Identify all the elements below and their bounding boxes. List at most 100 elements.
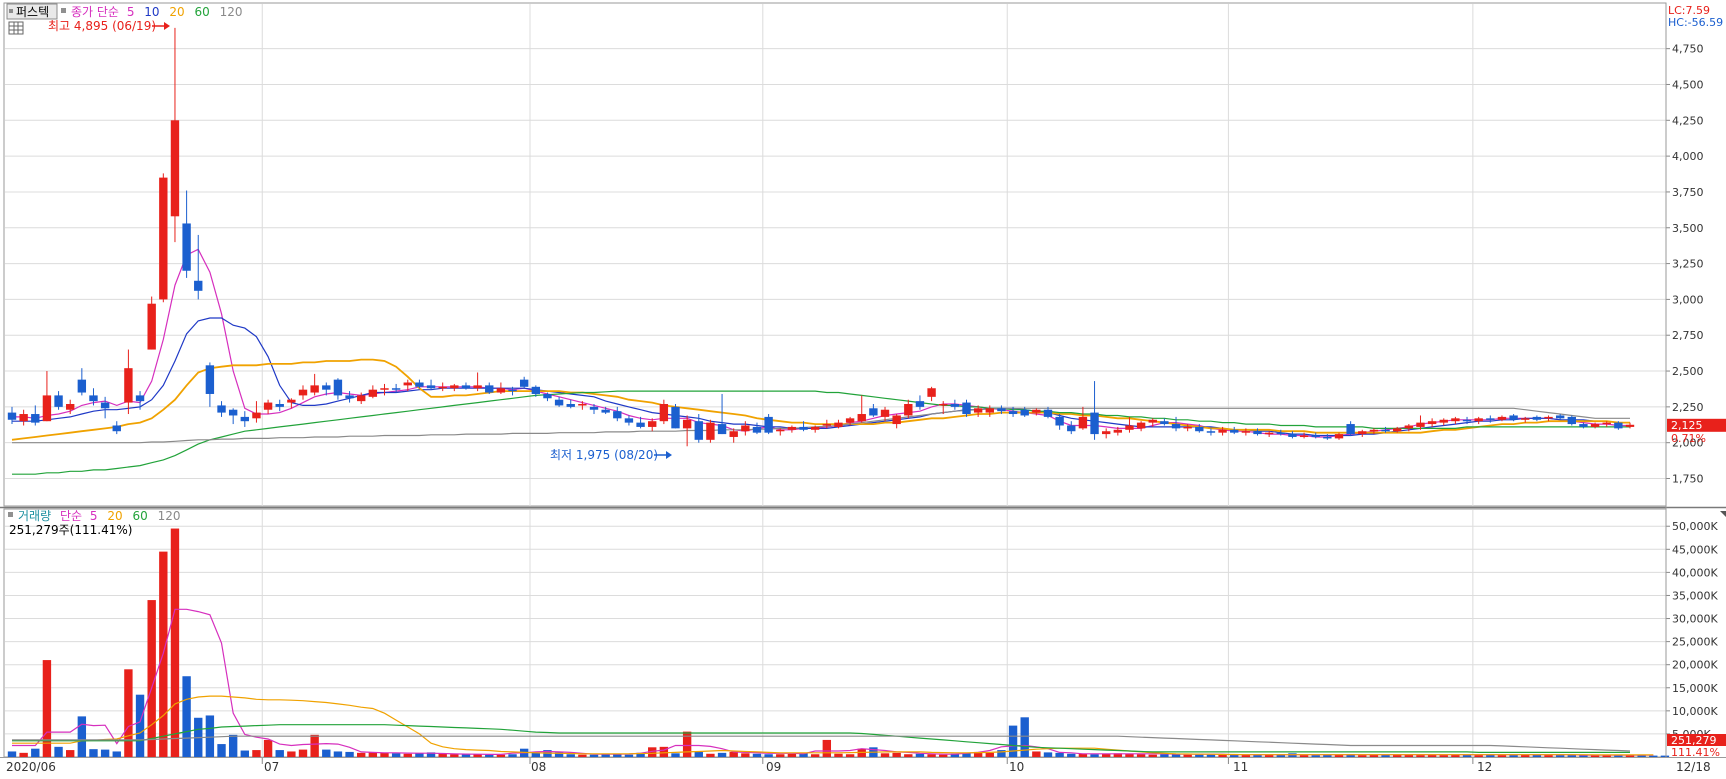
candle-body <box>717 424 727 435</box>
candle-body <box>1532 416 1542 420</box>
candle-body <box>333 379 343 396</box>
candle-body <box>892 415 901 425</box>
resize-handle-icon[interactable] <box>1720 511 1726 517</box>
candle-body <box>1439 419 1448 423</box>
volume-bar <box>322 749 331 757</box>
volume-legend-marker <box>8 512 13 517</box>
candle-body <box>752 426 762 433</box>
volume-bar <box>1008 725 1018 757</box>
x-label-10: 10 <box>1009 760 1024 774</box>
volume-bar <box>624 754 634 757</box>
volume-bar <box>880 753 890 757</box>
candle-body <box>252 412 261 419</box>
x-label-08: 08 <box>531 760 546 774</box>
volume-bar <box>450 754 459 757</box>
volume-bar <box>287 751 296 757</box>
candle-body <box>368 389 378 397</box>
volume-bar <box>1195 754 1204 757</box>
candle-body <box>1160 421 1169 425</box>
candle-body <box>1101 431 1111 435</box>
volume-legend-name: 거래량 <box>18 509 51 523</box>
volume-legend-sub: 단순 <box>60 509 82 523</box>
candle-body <box>124 368 133 403</box>
stock-name-label: 퍼스텍 <box>16 5 49 19</box>
candle-body <box>578 404 587 406</box>
volume-bar <box>1136 754 1146 757</box>
candle-body <box>461 385 471 389</box>
x-label-2020-06: 2020/06 <box>6 760 56 774</box>
candle-body <box>310 385 319 393</box>
candle-body <box>787 426 797 430</box>
candle-body <box>543 393 552 399</box>
x-label-11: 11 <box>1233 760 1248 774</box>
candle-body <box>287 399 296 403</box>
candle-body <box>741 425 750 432</box>
candle-body <box>799 426 808 430</box>
volume-bar <box>1067 753 1076 757</box>
candle-body <box>915 401 925 407</box>
ma-legend-marker <box>61 8 66 13</box>
volume-bar <box>391 753 401 757</box>
candle-body <box>438 386 447 389</box>
price-tick-label: 4,250 <box>1672 114 1704 127</box>
candle-body <box>1474 418 1483 422</box>
x-label-09: 09 <box>766 760 781 774</box>
candle-body <box>1288 434 1297 437</box>
volume-bar <box>892 752 901 757</box>
hc-label: HC:-56.59 <box>1668 16 1723 29</box>
volume-bar <box>904 754 913 757</box>
candle-body <box>275 404 284 407</box>
candle-body <box>764 416 773 433</box>
candle-body <box>1183 426 1192 429</box>
volume-tick-label: 10,000K <box>1672 705 1718 718</box>
volume-bar <box>240 750 249 757</box>
candle-body <box>380 388 389 390</box>
volume-bar <box>496 754 506 757</box>
candle-body <box>1090 412 1099 435</box>
candle-body <box>1509 415 1518 420</box>
volume-bar <box>100 749 110 757</box>
candle-body <box>566 404 575 407</box>
candle-body <box>810 426 820 430</box>
candle-body <box>776 429 785 432</box>
candle-body <box>636 422 645 427</box>
candle-body <box>1427 421 1437 425</box>
volume-bar <box>706 753 715 757</box>
candle-body <box>1206 431 1216 433</box>
volume-current-change: 111.41% <box>1671 746 1720 759</box>
volume-legend-20: 20 <box>107 509 122 523</box>
volume-bar <box>589 754 599 757</box>
volume-bar <box>810 754 820 757</box>
candle-body <box>1462 419 1472 422</box>
x-label-12: 12 <box>1477 760 1492 774</box>
candle-body <box>1334 434 1344 439</box>
candle-body <box>7 412 17 420</box>
volume-bar <box>566 754 575 757</box>
candle-body <box>939 404 948 406</box>
candle-body <box>1241 431 1251 433</box>
volume-bar <box>333 751 343 757</box>
candle-body <box>1346 424 1355 435</box>
volume-panel[interactable] <box>3 508 1667 758</box>
volume-bar <box>1555 755 1565 757</box>
volume-tick-label: 35,000K <box>1672 589 1718 602</box>
volume-bar <box>1416 755 1425 757</box>
candle-body <box>1404 425 1414 429</box>
candle-body <box>1113 429 1123 433</box>
volume-bar <box>217 744 226 757</box>
candle-body <box>508 389 517 392</box>
volume-bar <box>985 752 994 757</box>
candle-body <box>100 402 110 409</box>
table-icon[interactable] <box>8 21 24 35</box>
volume-bar <box>1183 754 1192 757</box>
candle-body <box>1171 424 1181 429</box>
candle-body <box>1020 409 1029 416</box>
candle-body <box>950 404 960 407</box>
candle-body <box>147 303 156 350</box>
volume-bar <box>89 749 98 757</box>
volume-bar <box>1358 755 1367 757</box>
volume-bar <box>845 754 855 757</box>
candle-body <box>66 404 75 410</box>
candle-body <box>298 389 308 396</box>
volume-bar <box>124 669 133 757</box>
